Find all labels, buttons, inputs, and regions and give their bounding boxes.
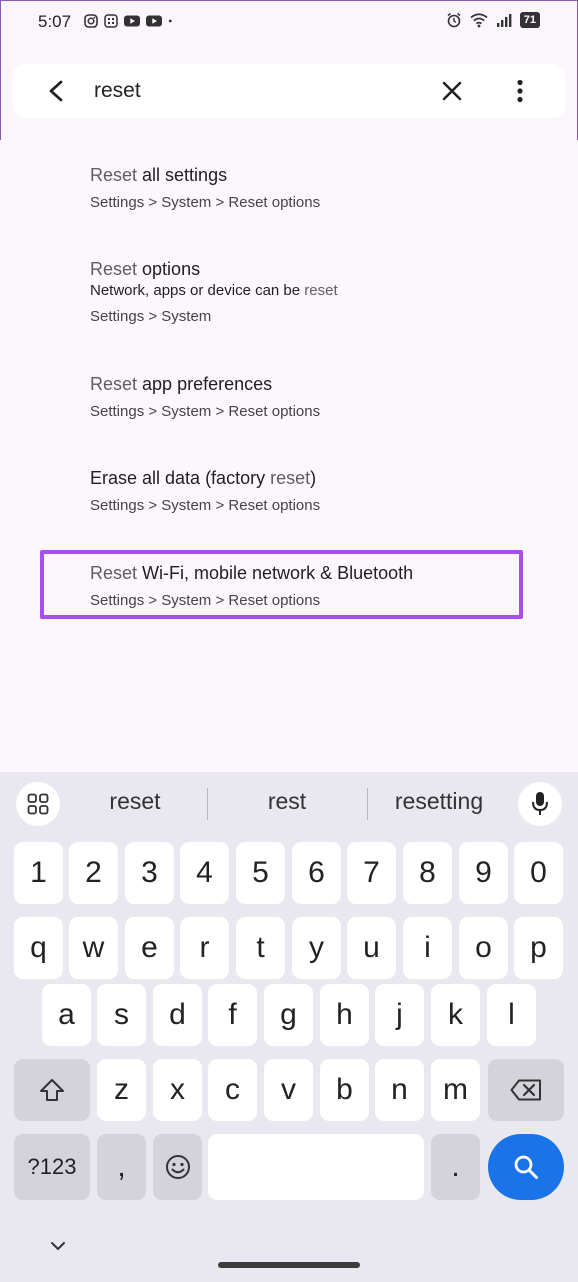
result-title: Reset app preferences bbox=[90, 374, 273, 394]
key-f[interactable]: f bbox=[208, 984, 257, 1046]
search-bar bbox=[12, 64, 566, 118]
gesture-nav-handle[interactable] bbox=[218, 1262, 360, 1268]
key-7[interactable]: 7 bbox=[347, 842, 396, 904]
grid-app-icon bbox=[104, 14, 118, 28]
notification-icons bbox=[84, 14, 176, 28]
search-input[interactable] bbox=[94, 76, 394, 106]
key-9[interactable]: 9 bbox=[459, 842, 508, 904]
system-icons: 71 bbox=[446, 12, 540, 28]
key-p[interactable]: p bbox=[514, 917, 563, 979]
result-path: Settings > System > Reset options bbox=[90, 497, 321, 514]
key-k[interactable]: k bbox=[431, 984, 480, 1046]
battery-icon: 71 bbox=[519, 12, 540, 28]
youtube-icon bbox=[124, 15, 140, 27]
clear-search-button[interactable] bbox=[438, 77, 466, 105]
key-n[interactable]: n bbox=[375, 1059, 424, 1121]
key-4[interactable]: 4 bbox=[180, 842, 229, 904]
suggestion-2[interactable]: rest bbox=[212, 788, 362, 815]
space-bar[interactable] bbox=[208, 1134, 424, 1200]
key-l[interactable]: l bbox=[487, 984, 536, 1046]
key-q[interactable]: q bbox=[14, 917, 63, 979]
search-key[interactable] bbox=[488, 1134, 564, 1200]
key-w[interactable]: w bbox=[69, 917, 118, 979]
result-erase-all-data[interactable]: Erase all data (factory reset) Settings … bbox=[90, 467, 550, 516]
key-s[interactable]: s bbox=[97, 984, 146, 1046]
more-options-button[interactable] bbox=[506, 77, 534, 105]
key-5[interactable]: 5 bbox=[236, 842, 285, 904]
key-g[interactable]: g bbox=[264, 984, 313, 1046]
result-reset-options[interactable]: Reset options Network, apps or device ca… bbox=[90, 258, 550, 327]
suggestion-1[interactable]: reset bbox=[60, 788, 210, 815]
signal-icon bbox=[496, 14, 512, 27]
comma-key[interactable]: , bbox=[97, 1134, 146, 1200]
result-summary: Network, apps or device can be reset bbox=[90, 282, 338, 299]
emoji-key[interactable] bbox=[153, 1134, 202, 1200]
key-y[interactable]: y bbox=[292, 917, 341, 979]
youtube-icon bbox=[146, 15, 162, 27]
key-t[interactable]: t bbox=[236, 917, 285, 979]
instagram-icon bbox=[84, 14, 98, 28]
key-2[interactable]: 2 bbox=[69, 842, 118, 904]
keyboard-apps-button[interactable] bbox=[16, 782, 60, 826]
key-a[interactable]: a bbox=[42, 984, 91, 1046]
symbols-key[interactable]: ?123 bbox=[14, 1134, 90, 1200]
key-u[interactable]: u bbox=[347, 917, 396, 979]
backspace-icon bbox=[510, 1079, 541, 1101]
microphone-icon bbox=[532, 792, 548, 815]
status-time: 5:07 bbox=[38, 12, 72, 31]
search-icon bbox=[514, 1155, 538, 1179]
search-results-list: Reset all settings Settings > System > R… bbox=[0, 140, 578, 772]
result-path: Settings > System > Reset options bbox=[90, 194, 321, 211]
key-1[interactable]: 1 bbox=[14, 842, 63, 904]
highlight-annotation-box bbox=[40, 550, 523, 619]
key-o[interactable]: o bbox=[459, 917, 508, 979]
result-reset-app-preferences[interactable]: Reset app preferences Settings > System … bbox=[90, 373, 550, 422]
emoji-icon bbox=[165, 1155, 190, 1179]
shift-key[interactable] bbox=[14, 1059, 90, 1121]
close-icon bbox=[442, 81, 462, 101]
key-8[interactable]: 8 bbox=[403, 842, 452, 904]
voice-input-button[interactable] bbox=[518, 782, 562, 826]
result-title: Erase all data (factory reset) bbox=[90, 468, 317, 488]
dot-icon bbox=[168, 19, 172, 23]
key-b[interactable]: b bbox=[320, 1059, 369, 1121]
key-d[interactable]: d bbox=[153, 984, 202, 1046]
suggestion-divider bbox=[207, 788, 208, 820]
key-h[interactable]: h bbox=[320, 984, 369, 1046]
result-path: Settings > System > Reset options bbox=[90, 403, 321, 420]
status-bar: 5:07 71 bbox=[0, 0, 578, 46]
key-c[interactable]: c bbox=[208, 1059, 257, 1121]
key-v[interactable]: v bbox=[264, 1059, 313, 1121]
key-x[interactable]: x bbox=[153, 1059, 202, 1121]
more-vert-icon bbox=[517, 79, 523, 103]
key-m[interactable]: m bbox=[431, 1059, 480, 1121]
back-arrow-icon bbox=[49, 80, 63, 102]
result-reset-all-settings[interactable]: Reset all settings Settings > System > R… bbox=[90, 164, 550, 213]
chevron-down-icon bbox=[51, 1242, 65, 1251]
key-e[interactable]: e bbox=[125, 917, 174, 979]
key-r[interactable]: r bbox=[180, 917, 229, 979]
on-screen-keyboard: reset rest resetting 1 2 3 4 5 6 7 8 9 0… bbox=[0, 772, 578, 1282]
result-title: Reset options bbox=[90, 259, 201, 279]
alarm-icon bbox=[447, 12, 461, 28]
period-key[interactable]: . bbox=[431, 1134, 480, 1200]
hide-keyboard-button[interactable] bbox=[46, 1238, 70, 1254]
key-i[interactable]: i bbox=[403, 917, 452, 979]
result-path: Settings > System bbox=[90, 308, 212, 325]
back-button[interactable] bbox=[42, 77, 70, 105]
suggestion-3[interactable]: resetting bbox=[364, 788, 514, 815]
wifi-icon bbox=[470, 13, 488, 28]
key-6[interactable]: 6 bbox=[292, 842, 341, 904]
result-title: Reset all settings bbox=[90, 165, 228, 185]
key-j[interactable]: j bbox=[375, 984, 424, 1046]
grid-icon bbox=[27, 793, 49, 815]
key-z[interactable]: z bbox=[97, 1059, 146, 1121]
key-0[interactable]: 0 bbox=[514, 842, 563, 904]
key-3[interactable]: 3 bbox=[125, 842, 174, 904]
shift-icon bbox=[40, 1079, 64, 1101]
backspace-key[interactable] bbox=[488, 1059, 564, 1121]
